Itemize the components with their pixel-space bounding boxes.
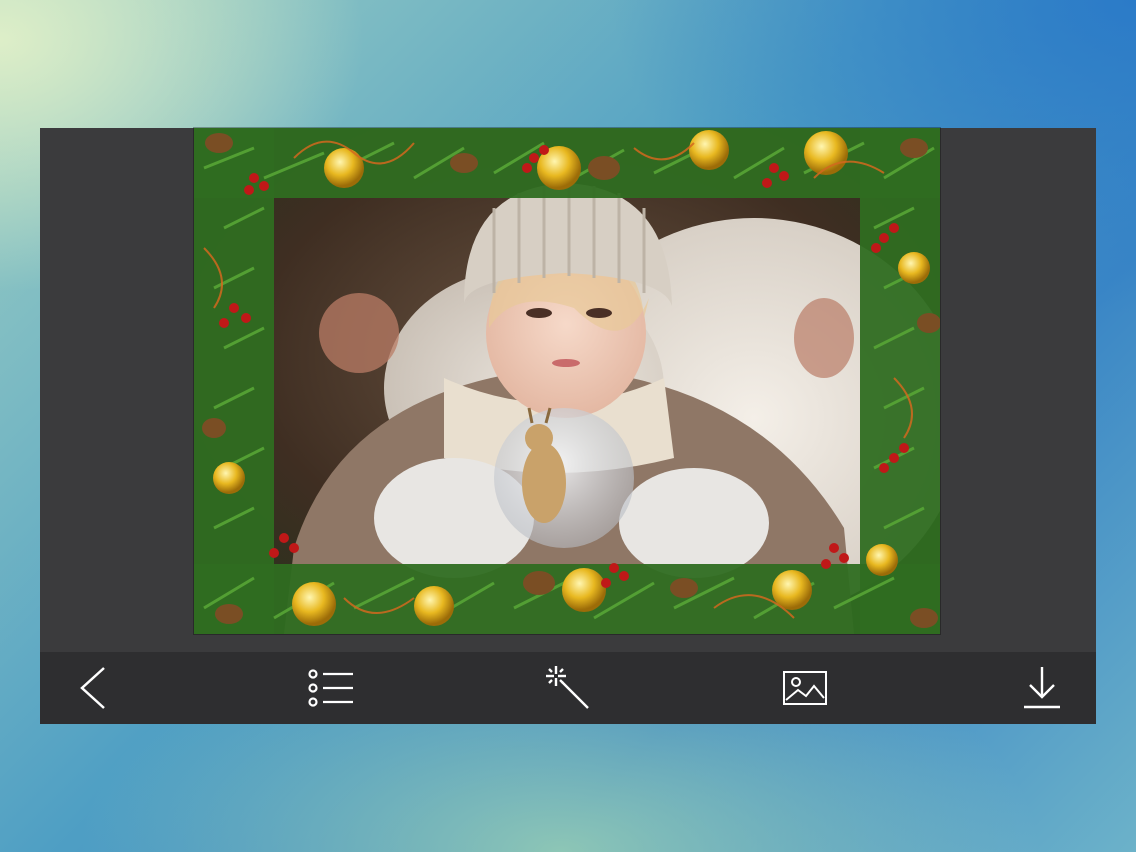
bottom-toolbar <box>40 652 1096 724</box>
magic-wand-icon <box>546 666 589 709</box>
download-icon <box>1024 667 1060 709</box>
image-icon <box>783 671 827 705</box>
back-button[interactable] <box>64 658 124 718</box>
photo-image <box>194 128 940 634</box>
save-button[interactable] <box>1012 658 1072 718</box>
effects-button[interactable] <box>538 658 598 718</box>
gallery-button[interactable] <box>775 658 835 718</box>
editor-window <box>40 128 1096 724</box>
frames-list-button[interactable] <box>301 658 361 718</box>
photo-canvas <box>40 128 1096 652</box>
chevron-left-icon <box>80 667 105 709</box>
framed-photo[interactable] <box>194 128 940 634</box>
list-icon <box>308 669 353 707</box>
